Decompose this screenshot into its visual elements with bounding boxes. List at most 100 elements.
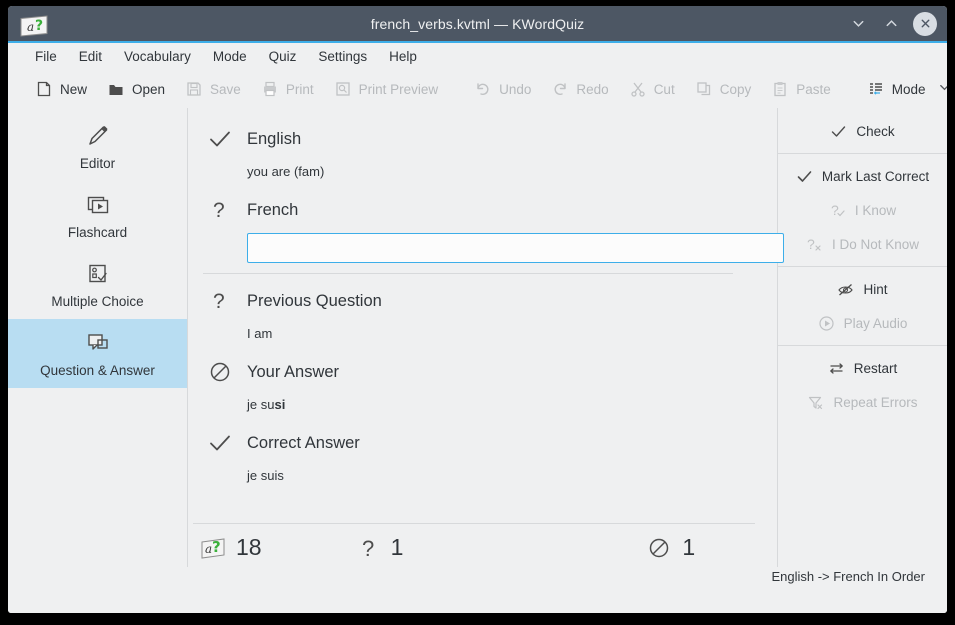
quiz-divider — [203, 273, 733, 274]
quiz-counters: a? 18 ? 1 1 — [193, 523, 755, 567]
quiz-actions-panel: Check Mark Last Correct ? I Know ? I Do … — [777, 108, 947, 567]
title-bar: a ? french_verbs.kvtml — KWordQuiz — [8, 6, 947, 43]
hint-button[interactable]: Hint — [778, 272, 947, 306]
actions-separator-3 — [778, 345, 947, 346]
new-document-icon — [35, 80, 53, 98]
question-answer-icon — [85, 330, 111, 356]
undo-button-label: Undo — [499, 81, 532, 97]
question-mark-icon: ? — [207, 288, 233, 314]
undo-button: Undo — [465, 76, 540, 102]
play-circle-icon — [818, 315, 835, 332]
hint-button-label: Hint — [863, 281, 888, 297]
menu-file[interactable]: File — [24, 46, 68, 67]
flashcard-icon — [85, 192, 111, 218]
check-mark-icon — [207, 126, 233, 152]
quiz-block-english-header: English — [198, 122, 755, 156]
mode-list-icon — [867, 80, 885, 98]
mode-button[interactable]: Mode — [858, 76, 947, 102]
sidebar-item-question-answer[interactable]: Question & Answer — [8, 319, 187, 388]
actions-separator-2 — [778, 266, 947, 267]
menu-help[interactable]: Help — [378, 46, 428, 67]
quiz-block-previous-question-value: I am — [247, 326, 273, 341]
your-answer-error: si — [274, 397, 286, 412]
menu-bar: File Edit Vocabulary Mode Quiz Settings … — [8, 43, 947, 70]
mode-sidebar: Editor Flashcard Multiple Choice Questio… — [8, 108, 188, 567]
maximize-button[interactable] — [880, 13, 902, 35]
repeat-errors-button: Repeat Errors — [778, 385, 947, 419]
prohibition-icon — [207, 359, 233, 385]
quiz-block-previous-question: ? Previous Question I am — [198, 284, 755, 341]
quiz-mode-status: English -> French In Order — [771, 569, 925, 584]
cut-button: Cut — [620, 76, 684, 102]
floppy-save-icon — [185, 80, 203, 98]
print-button: Print — [252, 76, 323, 102]
your-answer-prefix: je su — [247, 397, 275, 412]
chevron-down-icon[interactable] — [938, 81, 947, 97]
menu-vocabulary[interactable]: Vocabulary — [113, 46, 202, 67]
menu-settings[interactable]: Settings — [307, 46, 378, 67]
menu-edit[interactable]: Edit — [68, 46, 113, 67]
copy-icon — [695, 80, 713, 98]
save-button-label: Save — [210, 81, 241, 97]
minimize-button[interactable] — [847, 13, 869, 35]
svg-text:?: ? — [35, 18, 43, 34]
asked-count: ? 1 — [355, 534, 404, 561]
question-mark-icon: ? — [355, 535, 381, 561]
question-mark-icon: ? — [207, 197, 233, 223]
i-know-button: ? I Know — [778, 193, 947, 227]
sidebar-item-editor[interactable]: Editor — [8, 112, 187, 181]
svg-text:a: a — [27, 20, 34, 34]
play-audio-button-label: Play Audio — [843, 315, 908, 331]
answer-input[interactable] — [247, 233, 784, 263]
mark-last-correct-button-label: Mark Last Correct — [821, 168, 930, 184]
actions-separator-1 — [778, 153, 947, 154]
quiz-block-french-header: ? French — [198, 193, 755, 227]
close-button[interactable] — [913, 11, 937, 36]
svg-text:?: ? — [212, 538, 221, 556]
new-button[interactable]: New — [26, 76, 96, 102]
restart-arrows-icon — [828, 360, 845, 377]
open-button[interactable]: Open — [98, 76, 174, 102]
quiz-block-your-answer-header: Your Answer — [198, 355, 755, 389]
folder-open-icon — [107, 80, 125, 98]
restart-button-label: Restart — [853, 360, 898, 376]
quiz-block-previous-question-header: ? Previous Question — [198, 284, 755, 318]
menu-quiz[interactable]: Quiz — [258, 46, 308, 67]
menu-mode[interactable]: Mode — [202, 46, 258, 67]
mark-last-correct-button[interactable]: Mark Last Correct — [778, 159, 947, 193]
quiz-block-french: ? French — [198, 193, 784, 263]
quiz-block-correct-answer-value: je suis — [247, 468, 284, 483]
quiz-block-english: English you are (fam) — [198, 122, 755, 179]
quiz-block-your-answer-title: Your Answer — [247, 362, 340, 381]
svg-text:?: ? — [213, 199, 225, 222]
redo-button-label: Redo — [576, 81, 609, 97]
new-button-label: New — [60, 81, 88, 97]
check-button[interactable]: Check — [778, 114, 947, 148]
pencil-icon — [85, 123, 111, 149]
check-mark-icon — [207, 430, 233, 456]
copy-button-label: Copy — [719, 81, 752, 97]
redo-arrow-icon — [551, 80, 569, 98]
asked-count-value: 1 — [390, 534, 404, 560]
quiz-main-area: English you are (fam) ? French ? Previou… — [188, 108, 784, 567]
i-do-not-know-button-label: I Do Not Know — [831, 236, 920, 252]
print-button-label: Print — [285, 81, 314, 97]
svg-text:?: ? — [831, 202, 839, 218]
window-controls — [847, 6, 937, 41]
kwordquiz-app-icon: a ? — [20, 15, 48, 37]
application-window: a ? french_verbs.kvtml — KWordQuiz File … — [8, 6, 947, 613]
quiz-block-correct-answer-title: Correct Answer — [247, 433, 360, 452]
sidebar-item-flashcard[interactable]: Flashcard — [8, 181, 187, 250]
restart-button[interactable]: Restart — [778, 351, 947, 385]
question-x-icon: ? — [806, 236, 823, 253]
status-bar: English -> French In Order — [8, 567, 947, 613]
check-mark-icon — [830, 123, 847, 140]
main-toolbar: New Open Save Print Print Preview Undo R… — [8, 70, 947, 108]
total-count-value: 18 — [236, 534, 262, 560]
quiz-block-previous-question-title: Previous Question — [247, 291, 382, 310]
paste-button-label: Paste — [796, 81, 831, 97]
sidebar-item-editor-label: Editor — [79, 155, 116, 171]
sidebar-item-question-answer-label: Question & Answer — [40, 362, 155, 378]
answer-input-wrapper — [198, 233, 784, 263]
sidebar-item-multiple-choice[interactable]: Multiple Choice — [8, 250, 187, 319]
